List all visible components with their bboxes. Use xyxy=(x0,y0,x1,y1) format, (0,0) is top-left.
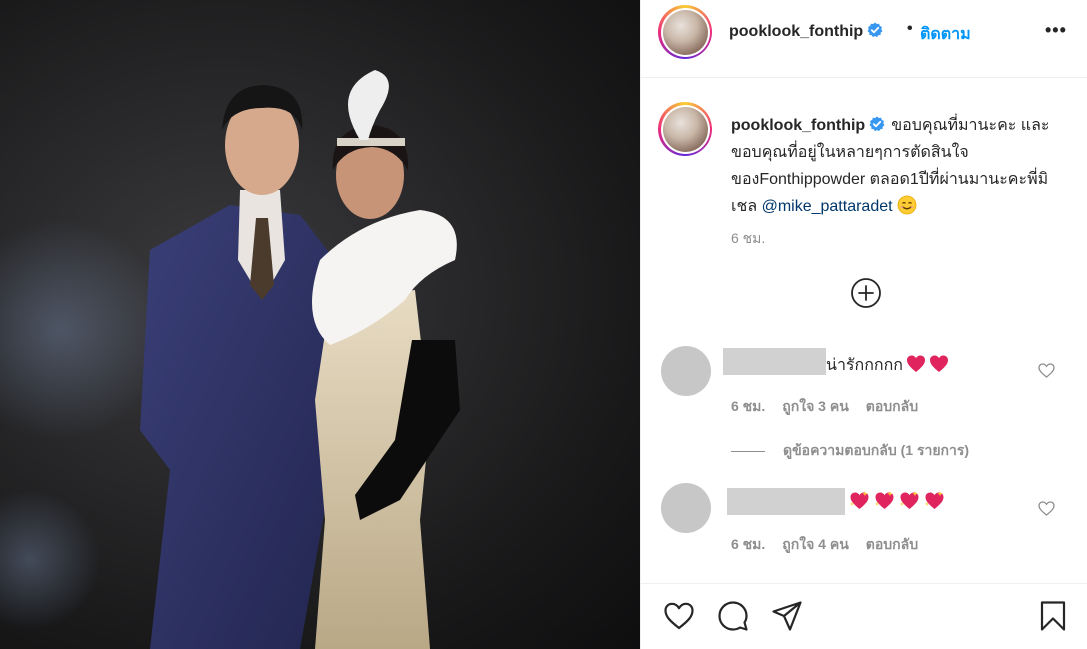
paper-plane-icon[interactable] xyxy=(771,600,803,632)
post-details-panel: pooklook_fonthip • ติดตาม ••• pooklook_f… xyxy=(640,0,1087,649)
more-options-button[interactable]: ••• xyxy=(1045,20,1067,41)
comment-timestamp[interactable]: 6 ชม. xyxy=(731,536,765,552)
bookmark-icon[interactable] xyxy=(1037,600,1069,632)
post-photo[interactable] xyxy=(0,0,640,649)
view-replies-button[interactable]: ดูข้อความตอบกลับ (1 รายการ) xyxy=(731,440,969,462)
header-separator: • xyxy=(907,20,913,37)
sparkling-heart-emoji-icon xyxy=(925,491,944,509)
sparkling-heart-emoji-icon xyxy=(850,491,869,509)
caption-username[interactable]: pooklook_fonthip xyxy=(731,117,865,134)
comment-avatar[interactable] xyxy=(661,483,711,533)
post-header: pooklook_fonthip • ติดตาม ••• xyxy=(641,0,1087,78)
author-username[interactable]: pooklook_fonthip xyxy=(729,23,863,40)
sparkling-heart-emoji-icon xyxy=(900,491,919,509)
caption-timestamp[interactable]: 6 ชม. xyxy=(731,228,765,250)
caption-avatar[interactable] xyxy=(658,102,712,156)
view-replies-label: ดูข้อความตอบกลับ (1 รายการ) xyxy=(783,442,970,458)
comment-text: น่ารักกกกก xyxy=(826,353,949,378)
verified-badge-icon xyxy=(867,22,883,38)
redacted-username xyxy=(723,348,826,375)
author-avatar[interactable] xyxy=(658,5,712,59)
post-action-bar xyxy=(641,583,1087,649)
comment-reply-button[interactable]: ตอบกลับ xyxy=(866,398,918,414)
comment-avatar[interactable] xyxy=(661,346,711,396)
comment-likes-count[interactable]: ถูกใจ 3 คน xyxy=(782,398,849,414)
verified-badge-icon xyxy=(869,116,885,132)
red-heart-emoji-icon xyxy=(929,355,948,372)
heart-outline-icon[interactable] xyxy=(663,600,695,632)
sparkling-heart-emoji-icon xyxy=(875,491,894,509)
red-heart-emoji-icon xyxy=(906,355,925,372)
replies-divider xyxy=(731,450,765,452)
comment-reply-button[interactable]: ตอบกลับ xyxy=(866,536,918,552)
follow-button[interactable]: ติดตาม xyxy=(920,22,971,47)
comment-meta: 6 ชม. ถูกใจ 4 คน ตอบกลับ xyxy=(731,534,935,556)
plus-circle-icon[interactable] xyxy=(850,277,882,309)
comment-bubble-icon[interactable] xyxy=(717,600,749,632)
post-caption: pooklook_fonthip ขอบคุณที่มานะคะ และ ขอบค… xyxy=(731,112,1071,220)
heart-outline-icon[interactable] xyxy=(1038,363,1055,378)
redacted-username xyxy=(727,488,845,515)
author-username-row: pooklook_fonthip xyxy=(729,22,883,41)
comment-text xyxy=(849,490,949,512)
photo-illustration xyxy=(0,70,460,649)
smiling-face-emoji-icon xyxy=(897,195,917,215)
comment-likes-count[interactable]: ถูกใจ 4 คน xyxy=(782,536,849,552)
caption-mention-link[interactable]: @mike_pattaradet xyxy=(762,198,893,215)
heart-outline-icon[interactable] xyxy=(1038,501,1055,516)
comment-timestamp[interactable]: 6 ชม. xyxy=(731,398,765,414)
comment-body: น่ารักกกกก xyxy=(826,357,903,374)
comment-meta: 6 ชม. ถูกใจ 3 คน ตอบกลับ xyxy=(731,396,935,418)
